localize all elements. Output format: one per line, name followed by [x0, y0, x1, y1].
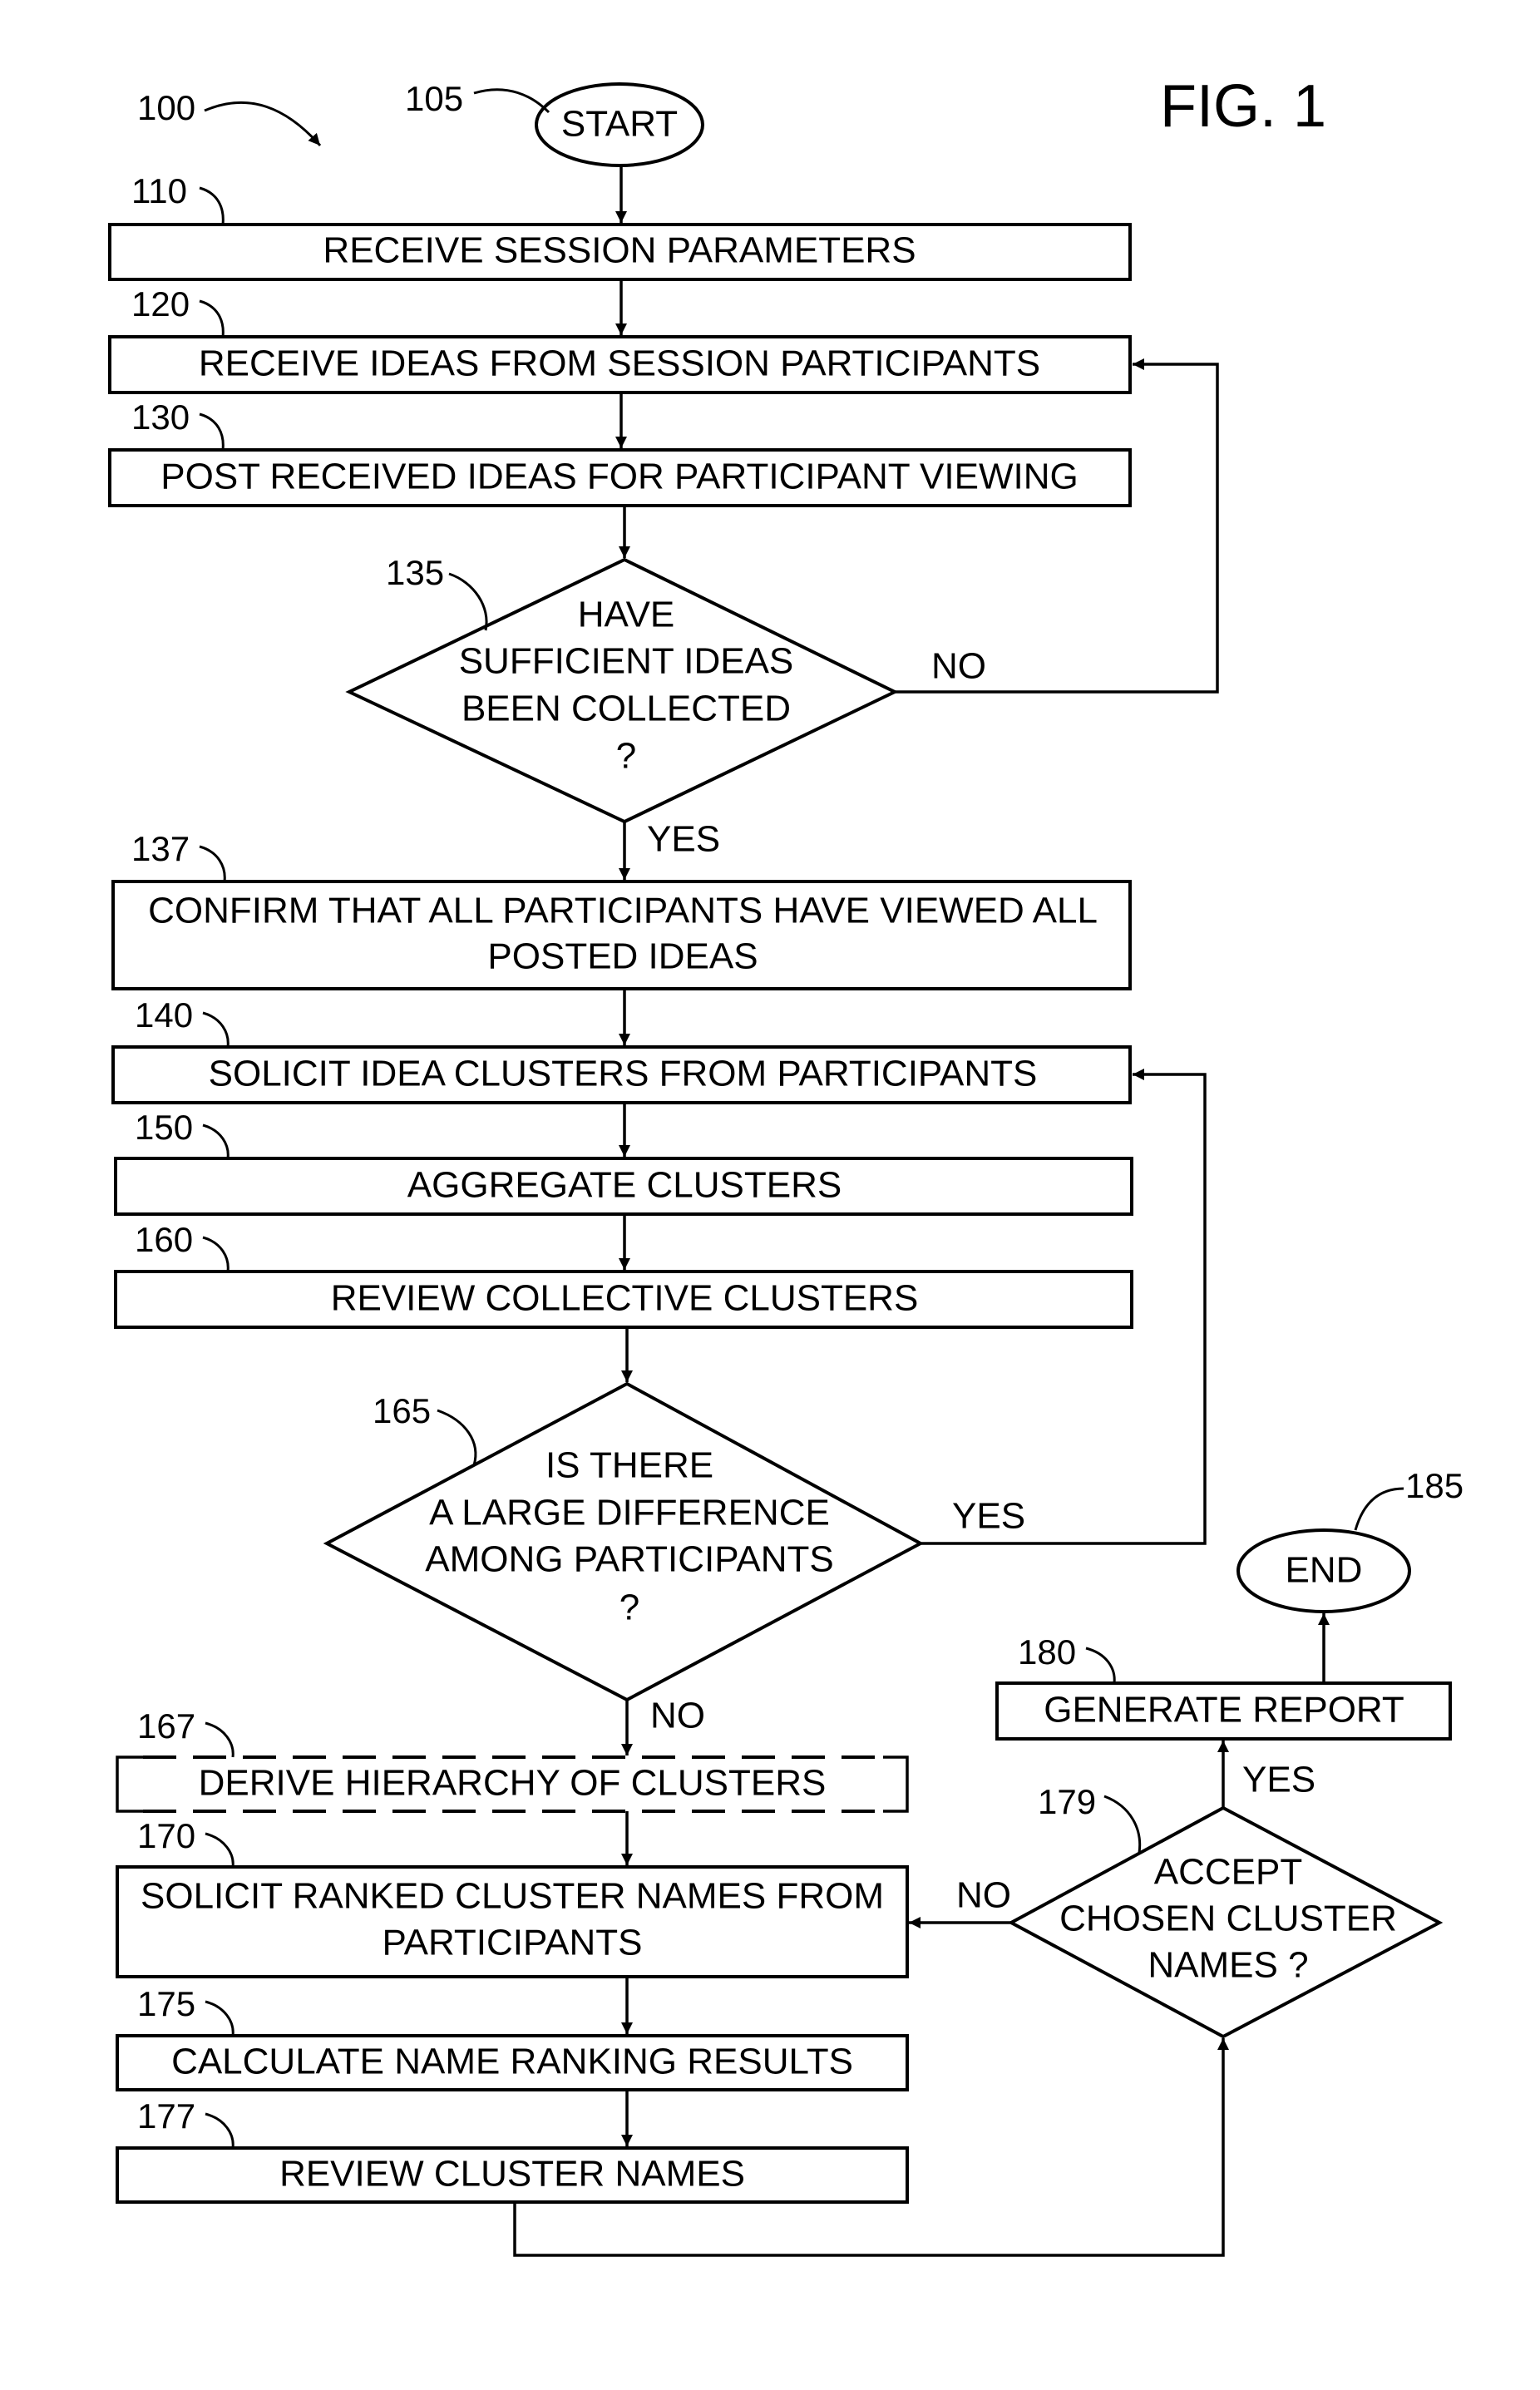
flowchart: FIG. 1 100 START 105 110 RECEIVE SESSION…	[108, 73, 1463, 2257]
ref-150: 150	[135, 1108, 193, 1147]
decision-165-line-1: IS THERE	[545, 1445, 713, 1486]
ref-170-leader	[205, 1832, 234, 1868]
ref-105: 105	[405, 79, 463, 118]
ref-167: 167	[137, 1706, 195, 1746]
ref-130-leader	[199, 412, 225, 451]
ref-140-leader	[202, 1011, 230, 1048]
ref-180: 180	[1018, 1632, 1076, 1672]
figure-ref-arrow	[204, 101, 322, 146]
edge-165-yes-label: YES	[952, 1496, 1025, 1537]
decision-135-line-2: SUFFICIENT IDEAS	[459, 641, 794, 682]
start-label: START	[561, 104, 678, 145]
ref-120: 120	[131, 284, 190, 323]
ref-167-leader	[205, 1721, 234, 1758]
ref-160-leader	[202, 1236, 230, 1272]
ref-110-leader	[199, 186, 225, 225]
ref-137-leader	[199, 845, 226, 882]
step-170-line-2: PARTICIPANTS	[383, 1923, 643, 1963]
step-160-label: REVIEW COLLECTIVE CLUSTERS	[331, 1278, 919, 1319]
ref-170: 170	[137, 1816, 195, 1855]
ref-185: 185	[1405, 1466, 1463, 1505]
step-167-left-bracket	[116, 1755, 143, 1813]
edge-179-no-label: NO	[956, 1875, 1011, 1916]
ref-105-leader	[473, 88, 550, 114]
step-140-label: SOLICIT IDEA CLUSTERS FROM PARTICIPANTS	[209, 1054, 1038, 1094]
decision-135-line-3: BEEN COLLECTED	[462, 689, 791, 729]
decision-179-line-1: ACCEPT	[1154, 1852, 1302, 1893]
decision-179-line-3: NAMES ?	[1148, 1945, 1308, 1986]
ref-165-leader	[437, 1409, 477, 1466]
step-137-line-1: CONFIRM THAT ALL PARTICIPANTS HAVE VIEWE…	[148, 891, 1098, 931]
step-167-right-bracket	[883, 1755, 909, 1813]
edge-135-no-label: NO	[931, 646, 986, 687]
edge-165-no-label: NO	[650, 1696, 705, 1736]
decision-179-line-2: CHOSEN CLUSTER	[1059, 1899, 1397, 1939]
step-170-line-1: SOLICIT RANKED CLUSTER NAMES FROM	[141, 1876, 884, 1917]
decision-135-line-4: ?	[616, 736, 636, 777]
ref-150-leader	[202, 1123, 230, 1159]
decision-165-line-3: AMONG PARTICIPANTS	[425, 1539, 833, 1580]
ref-110: 110	[131, 171, 187, 210]
ref-179-leader	[1103, 1795, 1142, 1854]
ref-177-leader	[205, 2112, 234, 2149]
ref-175-leader	[205, 2000, 234, 2037]
step-137-line-2: POSTED IDEAS	[487, 936, 758, 977]
edge-179-yes-label: YES	[1242, 1760, 1315, 1800]
ref-137: 137	[131, 829, 190, 868]
ref-135: 135	[386, 553, 444, 592]
ref-165: 165	[373, 1391, 431, 1430]
ref-180-leader	[1085, 1647, 1116, 1684]
step-167-label: DERIVE HIERARCHY OF CLUSTERS	[199, 1763, 827, 1804]
step-175-label: CALCULATE NAME RANKING RESULTS	[171, 2042, 853, 2082]
decision-135-line-1: HAVE	[578, 595, 675, 635]
ref-140: 140	[135, 995, 193, 1035]
step-180-label: GENERATE REPORT	[1044, 1690, 1404, 1731]
step-150-label: AGGREGATE CLUSTERS	[407, 1165, 842, 1206]
step-120-label: RECEIVE IDEAS FROM SESSION PARTICIPANTS	[199, 343, 1040, 384]
step-177-label: REVIEW CLUSTER NAMES	[279, 2154, 745, 2195]
ref-175: 175	[137, 1984, 195, 2023]
step-130-label: POST RECEIVED IDEAS FOR PARTICIPANT VIEW…	[160, 457, 1078, 497]
ref-177: 177	[137, 2096, 195, 2136]
figure-ref-label: 100	[137, 88, 195, 127]
decision-165-line-4: ?	[619, 1588, 639, 1628]
ref-179: 179	[1038, 1782, 1096, 1821]
decision-165-line-2: A LARGE DIFFERENCE	[429, 1493, 830, 1533]
ref-130: 130	[131, 398, 190, 437]
ref-185-leader	[1354, 1487, 1404, 1531]
edge-135-yes-label: YES	[647, 819, 720, 860]
ref-120-leader	[199, 299, 225, 338]
ref-160: 160	[135, 1220, 193, 1259]
arrow-135-no-120	[895, 358, 1219, 694]
figure-title: FIG. 1	[1160, 73, 1326, 140]
end-label: END	[1286, 1550, 1363, 1591]
ref-135-leader	[448, 572, 488, 631]
step-110-label: RECEIVE SESSION PARAMETERS	[323, 230, 916, 271]
